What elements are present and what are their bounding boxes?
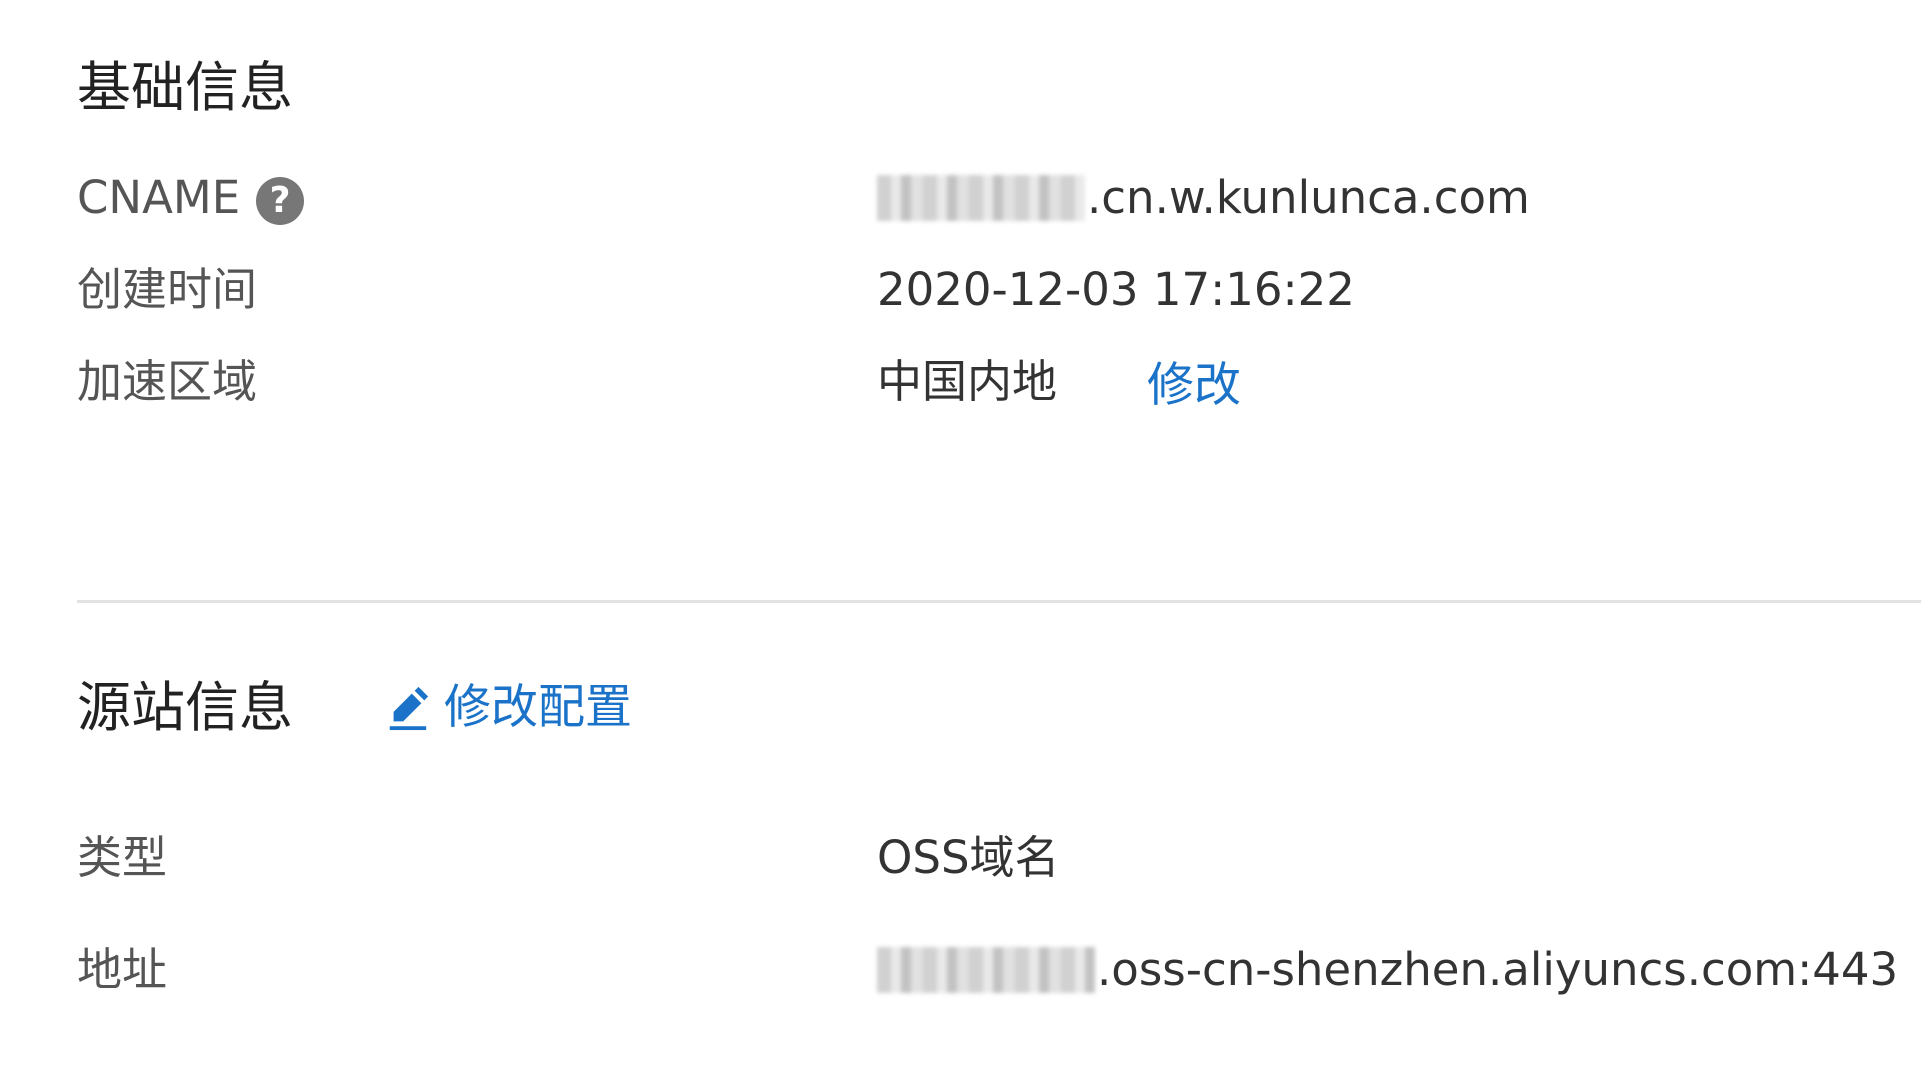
cname-label: CNAME <box>77 171 241 224</box>
pencil-icon <box>389 686 429 731</box>
origin-address-text: .oss-cn-shenzhen.aliyuncs.com:443 <box>1097 943 1899 996</box>
origin-address-value: .oss-cn-shenzhen.aliyuncs.com:443 <box>877 942 1898 998</box>
cname-value-text: .cn.w.kunlunca.com <box>1087 171 1530 224</box>
acceleration-region-value: 中国内地 <box>877 355 1058 408</box>
created-time-label: 创建时间 <box>77 263 258 316</box>
modify-region-link[interactable]: 修改 <box>1147 356 1241 416</box>
origin-type-label: 类型 <box>77 831 168 884</box>
redacted-cname-prefix <box>877 175 1085 221</box>
edit-config-button[interactable]: 修改配置 <box>384 676 632 740</box>
cname-label-group: CNAME ? <box>77 170 305 226</box>
acceleration-region-label: 加速区域 <box>77 355 258 408</box>
domain-detail-page: 基础信息 CNAME ? .cn.w.kunlunca.com 创建时间 202… <box>0 0 1921 1067</box>
origin-type-value: OSS域名 <box>877 831 1060 884</box>
question-circle-icon[interactable]: ? <box>256 177 305 225</box>
cname-value: .cn.w.kunlunca.com <box>877 170 1530 226</box>
basic-info-title: 基础信息 <box>77 56 293 119</box>
section-divider <box>77 600 1921 603</box>
origin-info-title: 源站信息 <box>77 676 293 739</box>
redacted-address-prefix <box>877 947 1095 993</box>
created-time-value: 2020-12-03 17:16:22 <box>877 263 1355 316</box>
origin-address-label: 地址 <box>77 943 168 996</box>
edit-config-label: 修改配置 <box>444 680 632 735</box>
